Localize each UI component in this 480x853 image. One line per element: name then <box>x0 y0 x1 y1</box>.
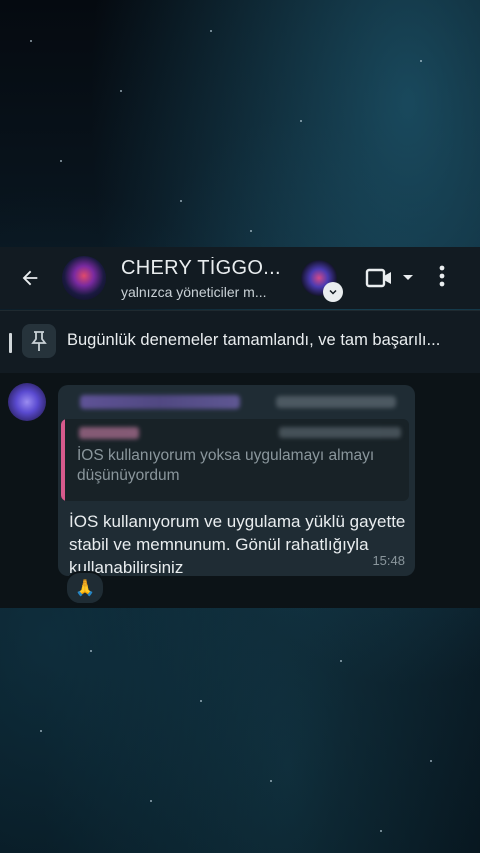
star <box>40 730 42 732</box>
pinned-message-bar[interactable]: Bugünlük denemeler tamamlandı, ve tam ba… <box>0 310 480 373</box>
caret-down-icon <box>403 275 413 280</box>
sender-name-redacted <box>80 395 240 409</box>
quoted-phone-redacted <box>279 427 401 438</box>
group-avatar[interactable] <box>62 256 106 300</box>
chevron-down-icon <box>329 289 337 295</box>
chevron-down-badge <box>323 282 343 302</box>
chat-header: CHERY TİGGO... yalnızca yöneticiler m... <box>0 247 480 309</box>
arrow-left-icon <box>22 270 38 286</box>
group-info[interactable]: CHERY TİGGO... yalnızca yöneticiler m... <box>121 257 283 300</box>
quote-accent-bar <box>61 419 65 501</box>
folded-hands-emoji: 🙏 <box>75 580 95 597</box>
star <box>420 60 422 62</box>
star <box>270 780 272 782</box>
message-time: 15:48 <box>372 553 405 568</box>
star <box>300 120 302 122</box>
video-call-button[interactable] <box>365 267 415 289</box>
star <box>60 160 62 162</box>
star <box>380 830 382 832</box>
star <box>250 230 252 232</box>
star <box>30 40 32 42</box>
pinned-indicator <box>9 333 12 353</box>
group-subtitle: yalnızca yöneticiler m... <box>121 283 267 300</box>
reaction-badge[interactable]: 🙏 <box>65 571 105 605</box>
group-title: CHERY TİGGO... <box>121 256 281 279</box>
back-button[interactable] <box>0 247 60 309</box>
message-text: İOS kullanıyorum ve uygulama yüklü gayet… <box>69 512 406 577</box>
community-avatar[interactable] <box>301 260 343 302</box>
chat-messages: İOS kullanıyorum yoksa uygulamayı almayı… <box>0 373 480 608</box>
pin-icon-box <box>22 324 56 358</box>
star <box>150 800 152 802</box>
message-bubble[interactable]: İOS kullanıyorum yoksa uygulamayı almayı… <box>58 385 415 577</box>
pin-icon <box>31 331 47 351</box>
more-options-button[interactable] <box>439 265 445 292</box>
sender-avatar[interactable] <box>8 383 46 421</box>
video-camera-icon <box>365 268 391 288</box>
quoted-author-redacted <box>79 427 139 439</box>
quoted-text: İOS kullanıyorum yoksa uygulamayı almayı… <box>77 447 375 484</box>
star <box>90 650 92 652</box>
sender-phone-redacted <box>276 396 396 408</box>
pinned-message-text: Bugünlük denemeler tamamlandı, ve tam ba… <box>67 331 441 349</box>
star <box>210 30 212 32</box>
star <box>120 90 122 92</box>
star <box>340 660 342 662</box>
quoted-message[interactable]: İOS kullanıyorum yoksa uygulamayı almayı… <box>61 419 409 501</box>
more-vertical-icon <box>439 265 445 286</box>
star <box>200 700 202 702</box>
star <box>430 760 432 762</box>
star <box>180 200 182 202</box>
